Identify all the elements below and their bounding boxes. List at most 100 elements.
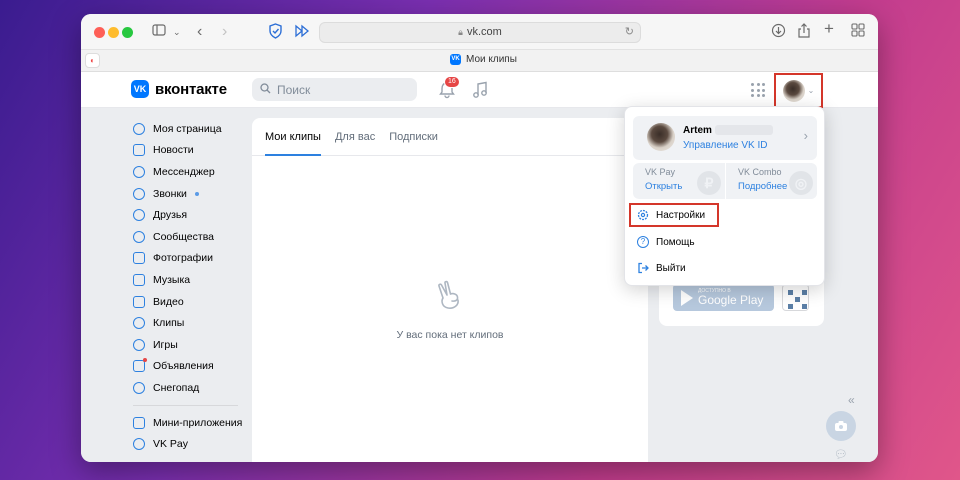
- sidebar-item-label: VK Pay: [153, 438, 189, 451]
- sidebar-item-messenger[interactable]: Мессенджер: [133, 161, 248, 183]
- vk-combo-more-link[interactable]: Подробнее: [738, 181, 787, 192]
- ads-icon: [133, 358, 147, 373]
- sidebar-item-label: Моя страница: [153, 122, 222, 135]
- sidebar-item-label: Видео: [153, 295, 184, 308]
- chat-icon[interactable]: 💬︎: [834, 448, 848, 461]
- tab-my-clips[interactable]: Мои клипы: [265, 118, 321, 156]
- sidebar-item-news[interactable]: Новости: [133, 140, 248, 162]
- sidebar-item-clips[interactable]: Клипы: [133, 312, 248, 334]
- settings-menu-item[interactable]: Настройки: [629, 203, 719, 227]
- sidebar-item-friends[interactable]: Друзья: [133, 204, 248, 226]
- sidebar-item-music[interactable]: Музыка: [133, 269, 248, 291]
- camera-button[interactable]: [826, 411, 856, 441]
- fast-forward-icon[interactable]: [294, 23, 310, 39]
- tab-title: Мои клипы: [466, 54, 517, 65]
- sidebar-item-games[interactable]: Игры: [133, 334, 248, 356]
- manage-vk-id-link[interactable]: Управление VK ID: [683, 140, 768, 151]
- sidebar-item-label: Объявления: [153, 360, 214, 373]
- forward-button[interactable]: ›: [222, 23, 227, 41]
- sidebar-item-label: Снегопад: [153, 381, 200, 394]
- profile-name-hidden: [715, 125, 773, 135]
- notification-badge: 16: [444, 76, 460, 88]
- shield-icon[interactable]: [268, 23, 283, 39]
- sidebar-item-label: Мини-приложения: [153, 416, 243, 429]
- sidebar-item-ads[interactable]: Объявления: [133, 356, 248, 378]
- sidebar-item-video[interactable]: Видео: [133, 291, 248, 313]
- empty-state-text: У вас пока нет клипов: [396, 329, 504, 341]
- sidebar-item-my-page[interactable]: Моя страница: [133, 118, 248, 140]
- sidebar-item-communities[interactable]: Сообщества: [133, 226, 248, 248]
- profile-dropdown: Artem Управление VK ID › VK Pay Открыть …: [624, 106, 825, 286]
- gear-icon: [637, 209, 649, 221]
- help-menu-item[interactable]: ? Помощь: [629, 230, 695, 254]
- vk-pay-block[interactable]: VK Pay Открыть ₽: [633, 163, 725, 199]
- reload-icon[interactable]: ↻: [625, 23, 634, 42]
- ruble-icon: ₽: [697, 171, 721, 195]
- profile-card[interactable]: Artem Управление VK ID ›: [633, 116, 817, 160]
- url-text: vk.com: [466, 26, 502, 38]
- vk-combo-block[interactable]: VK Combo Подробнее ◎: [725, 163, 817, 199]
- profile-name: Artem: [683, 125, 712, 136]
- minimize-window-button[interactable]: [108, 27, 119, 38]
- sidebar-item-label: Клипы: [153, 317, 185, 330]
- google-play-label: Google Play: [698, 293, 764, 307]
- left-sidebar: Моя страница Новости Мессенджер Звонки Д…: [133, 118, 248, 455]
- tab-subscriptions[interactable]: Подписки: [389, 118, 438, 155]
- pinned-tab-icon[interactable]: ◐: [85, 53, 100, 68]
- payments-row: VK Pay Открыть ₽ VK Combo Подробнее ◎: [633, 163, 817, 199]
- vk-logo[interactable]: VK вконтакте: [131, 80, 227, 98]
- close-window-button[interactable]: [94, 27, 105, 38]
- download-icon[interactable]: [771, 23, 786, 38]
- sidebar-item-label: Игры: [153, 338, 178, 351]
- apps-grid-icon[interactable]: [751, 83, 765, 97]
- search-input[interactable]: [277, 82, 407, 97]
- news-icon: [133, 144, 145, 157]
- qr-code-icon[interactable]: [782, 284, 809, 311]
- address-bar[interactable]: 🔒︎ vk.com ↻: [319, 22, 641, 43]
- vk-pay-title: VK Pay: [645, 167, 676, 177]
- profile-menu-button[interactable]: ⌄: [774, 73, 823, 108]
- games-icon: [133, 338, 145, 351]
- snowflake-icon: [133, 381, 145, 394]
- tab-overview-icon[interactable]: [851, 23, 865, 37]
- maximize-window-button[interactable]: [122, 27, 133, 38]
- search-icon: [260, 82, 271, 97]
- sidebar-item-snowfall[interactable]: Снегопад: [133, 377, 248, 399]
- google-play-button[interactable]: ДОСТУПНО В Google Play: [673, 284, 774, 311]
- chevron-right-icon: ›: [803, 128, 808, 143]
- chevron-down-icon: ⌄: [807, 86, 815, 95]
- sidebar-chevron-icon[interactable]: ⌄: [173, 23, 181, 41]
- sidebar-toggle-icon[interactable]: [152, 23, 166, 37]
- user-circle-icon: [133, 122, 145, 135]
- share-icon[interactable]: [797, 23, 811, 39]
- help-label: Помощь: [656, 236, 695, 248]
- sidebar-item-photos[interactable]: Фотографии: [133, 248, 248, 270]
- logout-menu-item[interactable]: Выйти: [629, 256, 686, 280]
- new-dot-indicator: [194, 191, 199, 196]
- clips-tabs: Мои клипы Для вас Подписки: [252, 118, 648, 156]
- vk-pay-open-link[interactable]: Открыть: [645, 181, 682, 192]
- search-box[interactable]: [252, 78, 417, 101]
- clips-icon: [438, 280, 459, 309]
- apps-icon: [133, 416, 145, 429]
- sidebar-item-vk-pay[interactable]: VK Pay: [133, 433, 248, 455]
- logout-label: Выйти: [656, 262, 686, 274]
- sidebar-item-label: Музыка: [153, 273, 191, 286]
- new-tab-button[interactable]: +: [824, 20, 834, 38]
- collapse-icon[interactable]: «: [848, 393, 855, 407]
- video-icon: [133, 295, 145, 308]
- tab-for-you[interactable]: Для вас: [335, 118, 375, 155]
- sidebar-item-mini-apps[interactable]: Мини-приложения: [133, 412, 248, 434]
- sidebar-item-label: Фотографии: [153, 252, 214, 265]
- tab-active[interactable]: VK Мои клипы: [450, 54, 517, 65]
- sidebar-item-calls[interactable]: Звонки: [133, 183, 248, 205]
- camera-icon: [835, 421, 847, 431]
- tab-bar: ◐ VK Мои клипы: [81, 50, 878, 72]
- sidebar-item-label: Мессенджер: [153, 165, 215, 178]
- vk-logo-icon: VK: [131, 80, 149, 98]
- music-icon[interactable]: [470, 80, 490, 100]
- settings-label: Настройки: [656, 209, 706, 221]
- photo-icon: [133, 252, 145, 265]
- combo-icon: ◎: [789, 171, 813, 195]
- back-button[interactable]: ‹: [197, 23, 202, 41]
